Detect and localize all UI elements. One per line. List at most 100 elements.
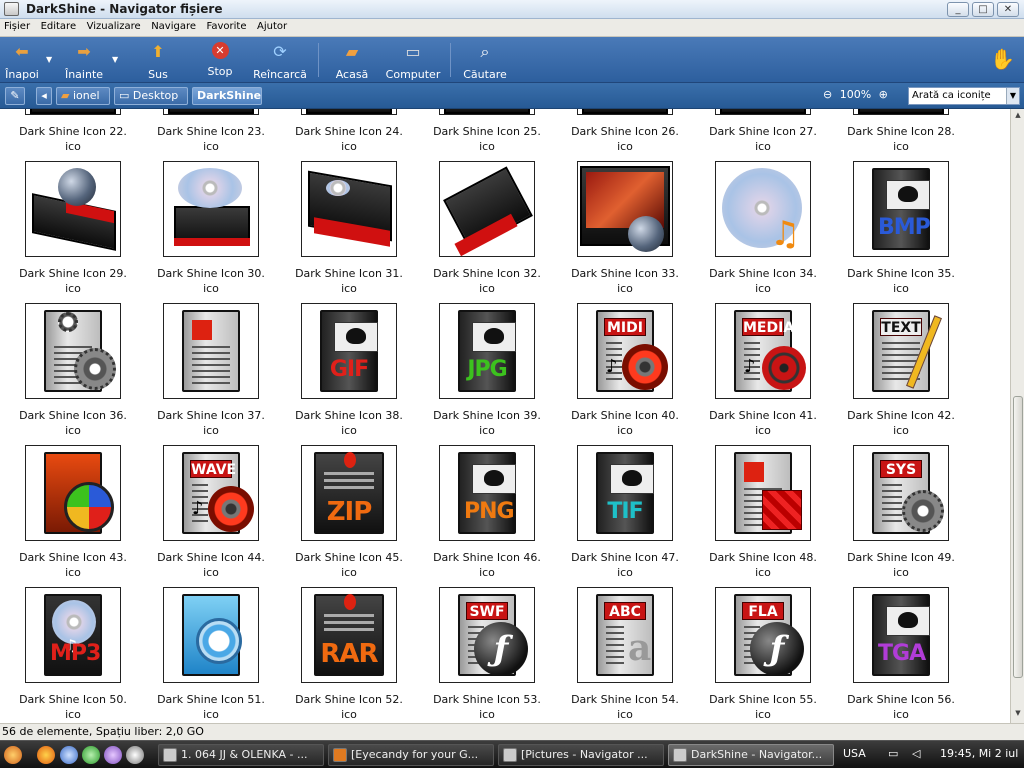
minimize-button[interactable]: _ — [947, 2, 969, 17]
taskbar: 1. 064 JJ & OLENKA - ... [Eyecandy for y… — [0, 740, 1024, 768]
file-item[interactable]: Dark Shine Icon 23. ico — [151, 109, 271, 154]
main-menu-icon[interactable] — [4, 746, 22, 764]
file-item[interactable]: Dark Shine Icon 29. ico — [13, 161, 133, 296]
music-note-icon: ♫ — [770, 214, 801, 254]
zoom-in-icon[interactable]: ⊕ — [879, 88, 888, 101]
file-item[interactable]: SWF ƒ Dark Shine Icon 53. ico — [427, 587, 547, 722]
breadcrumb-darkshine[interactable]: DarkShine — [192, 87, 262, 105]
file-type-label: RAR — [320, 639, 378, 669]
skype-icon[interactable] — [82, 746, 100, 764]
home-button[interactable]: ▰ Acasă — [330, 40, 374, 81]
vertical-scrollbar[interactable]: ▲ ▼ — [1010, 109, 1024, 723]
taskbar-item[interactable]: 1. 064 JJ & OLENKA - ... — [158, 744, 324, 766]
file-item[interactable]: Dark Shine Icon 22. ico — [13, 109, 133, 154]
file-item[interactable]: GIF Dark Shine Icon 38. ico — [289, 303, 409, 438]
reload-button[interactable]: ⟳ Reîncarcă — [250, 40, 310, 81]
menu-edit[interactable]: Editare — [37, 19, 80, 32]
up-button[interactable]: ⬆ Sus — [138, 40, 178, 81]
file-type-label: MP3 — [50, 641, 101, 666]
pidgin-icon[interactable] — [104, 746, 122, 764]
file-type-label: TIF — [607, 499, 643, 524]
file-thumbnail: SWF ƒ — [439, 587, 535, 683]
taskbar-item[interactable]: [Eyecandy for your G... — [328, 744, 494, 766]
menu-view[interactable]: Vizualizare — [83, 19, 144, 32]
file-thumbnail: TGA — [853, 587, 949, 683]
file-item[interactable]: Dark Shine Icon 33. ico — [565, 161, 685, 296]
firefox-icon[interactable] — [37, 746, 55, 764]
file-item[interactable]: Dark Shine Icon 26. ico — [565, 109, 685, 154]
file-name: Dark Shine Icon 46. ico — [433, 551, 541, 579]
file-item[interactable]: MIDI ♪ Dark Shine Icon 40. ico — [565, 303, 685, 438]
show-desktop-icon[interactable]: ▭ — [888, 747, 898, 760]
file-item[interactable]: JPG Dark Shine Icon 39. ico — [427, 303, 547, 438]
quicktime-icon — [196, 618, 242, 664]
stop-button[interactable]: ✕ Stop — [200, 40, 240, 80]
file-name: Dark Shine Icon 45. ico — [295, 551, 403, 579]
back-button[interactable]: ⬅ Înapoi — [2, 40, 42, 81]
maximize-button[interactable]: □ — [972, 2, 994, 17]
file-item[interactable]: Dark Shine Icon 51. ico — [151, 587, 271, 722]
clock[interactable]: 19:45, Mi 2 iul — [940, 747, 1018, 760]
file-item[interactable]: Dark Shine Icon 31. ico — [289, 161, 409, 296]
file-item[interactable]: Dark Shine Icon 37. ico — [151, 303, 271, 438]
toggle-location-entry-button[interactable]: ✎ — [5, 87, 25, 105]
file-type-label: GIF — [329, 357, 369, 382]
taskbar-item-active[interactable]: DarkShine - Navigator... — [668, 744, 834, 766]
file-item[interactable]: MEDIA ♪ Dark Shine Icon 41. ico — [703, 303, 823, 438]
media-player-icon — [163, 748, 177, 762]
file-item[interactable]: BMP Dark Shine Icon 35. ico — [841, 161, 961, 296]
computer-button[interactable]: ▭ Computer — [384, 40, 442, 81]
zoom-level[interactable]: 100% — [840, 88, 871, 101]
file-item[interactable]: ♫ MP3 Dark Shine Icon 50. ico — [13, 587, 133, 722]
menu-go[interactable]: Navigare — [147, 19, 199, 32]
file-item[interactable]: PNG Dark Shine Icon 46. ico — [427, 445, 547, 580]
menu-file[interactable]: Fișier — [0, 19, 33, 32]
file-item[interactable]: Dark Shine Icon 27. ico — [703, 109, 823, 154]
file-item[interactable]: TEXT Dark Shine Icon 42. ico — [841, 303, 961, 438]
view-mode-select[interactable]: Arată ca iconițe ▼ — [908, 87, 1020, 105]
file-name: Dark Shine Icon 25. ico — [433, 125, 541, 153]
file-item[interactable]: Dark Shine Icon 25. ico — [427, 109, 547, 154]
breadcrumb-desktop[interactable]: ▭ Desktop — [114, 87, 188, 105]
forward-history-dropdown[interactable]: ▼ — [112, 55, 118, 64]
file-art: ♫ MP3 — [44, 594, 102, 676]
close-button[interactable]: ✕ — [997, 2, 1019, 17]
zoom-out-icon[interactable]: ⊖ — [823, 88, 832, 101]
file-item[interactable]: Dark Shine Icon 43. ico — [13, 445, 133, 580]
file-item[interactable]: Dark Shine Icon 24. ico — [289, 109, 409, 154]
forward-button[interactable]: ➡ Înainte — [62, 40, 106, 81]
scroll-up-arrow[interactable]: ▲ — [1013, 111, 1023, 121]
file-item[interactable]: Dark Shine Icon 36. ico — [13, 303, 133, 438]
file-item[interactable]: TIF Dark Shine Icon 47. ico — [565, 445, 685, 580]
icon-view[interactable]: Dark Shine Icon 22. ico Dark Shine Icon 2… — [0, 109, 1010, 723]
file-item[interactable]: Dark Shine Icon 32. ico — [427, 161, 547, 296]
amarok-icon[interactable] — [126, 746, 144, 764]
back-history-dropdown[interactable]: ▼ — [46, 55, 52, 64]
keyboard-layout[interactable]: USA — [843, 747, 866, 760]
file-item[interactable]: TGA Dark Shine Icon 56. ico — [841, 587, 961, 722]
toolbar: ⬅ Înapoi ▼ ➡ Înainte ▼ ⬆ Sus ✕ Stop ⟳ Re… — [0, 37, 1024, 83]
file-manager-icon — [673, 748, 687, 762]
scrollbar-thumb[interactable] — [1013, 396, 1023, 678]
file-item[interactable]: SYS Dark Shine Icon 49. ico — [841, 445, 961, 580]
menu-bookmarks[interactable]: Favorite — [203, 19, 250, 32]
file-item[interactable]: ABC a Dark Shine Icon 54. ico — [565, 587, 685, 722]
file-item[interactable]: Dark Shine Icon 28. ico — [841, 109, 961, 154]
file-item[interactable]: Dark Shine Icon 48. ico — [703, 445, 823, 580]
file-item[interactable]: FLA ƒ Dark Shine Icon 55. ico — [703, 587, 823, 722]
thunderbird-icon[interactable] — [60, 746, 78, 764]
search-button[interactable]: ⌕ Căutare — [460, 40, 510, 81]
file-item[interactable]: RAR Dark Shine Icon 52. ico — [289, 587, 409, 722]
desktop-icon: ▭ — [119, 89, 133, 102]
file-item[interactable]: ZIP Dark Shine Icon 45. ico — [289, 445, 409, 580]
breadcrumb-ionel[interactable]: ▰ ionel — [56, 87, 110, 105]
file-item[interactable]: Dark Shine Icon 30. ico — [151, 161, 271, 296]
scroll-down-arrow[interactable]: ▼ — [1013, 709, 1023, 719]
breadcrumb-back-button[interactable]: ◂ — [36, 87, 52, 105]
volume-icon[interactable]: ◁ — [912, 747, 920, 760]
file-item[interactable]: WAVE ♪ Dark Shine Icon 44. ico — [151, 445, 271, 580]
taskbar-item[interactable]: [Pictures - Navigator ... — [498, 744, 664, 766]
file-name: Dark Shine Icon 52. ico — [295, 693, 403, 721]
file-item[interactable]: ♫ Dark Shine Icon 34. ico — [703, 161, 823, 296]
menu-help[interactable]: Ajutor — [253, 19, 290, 32]
